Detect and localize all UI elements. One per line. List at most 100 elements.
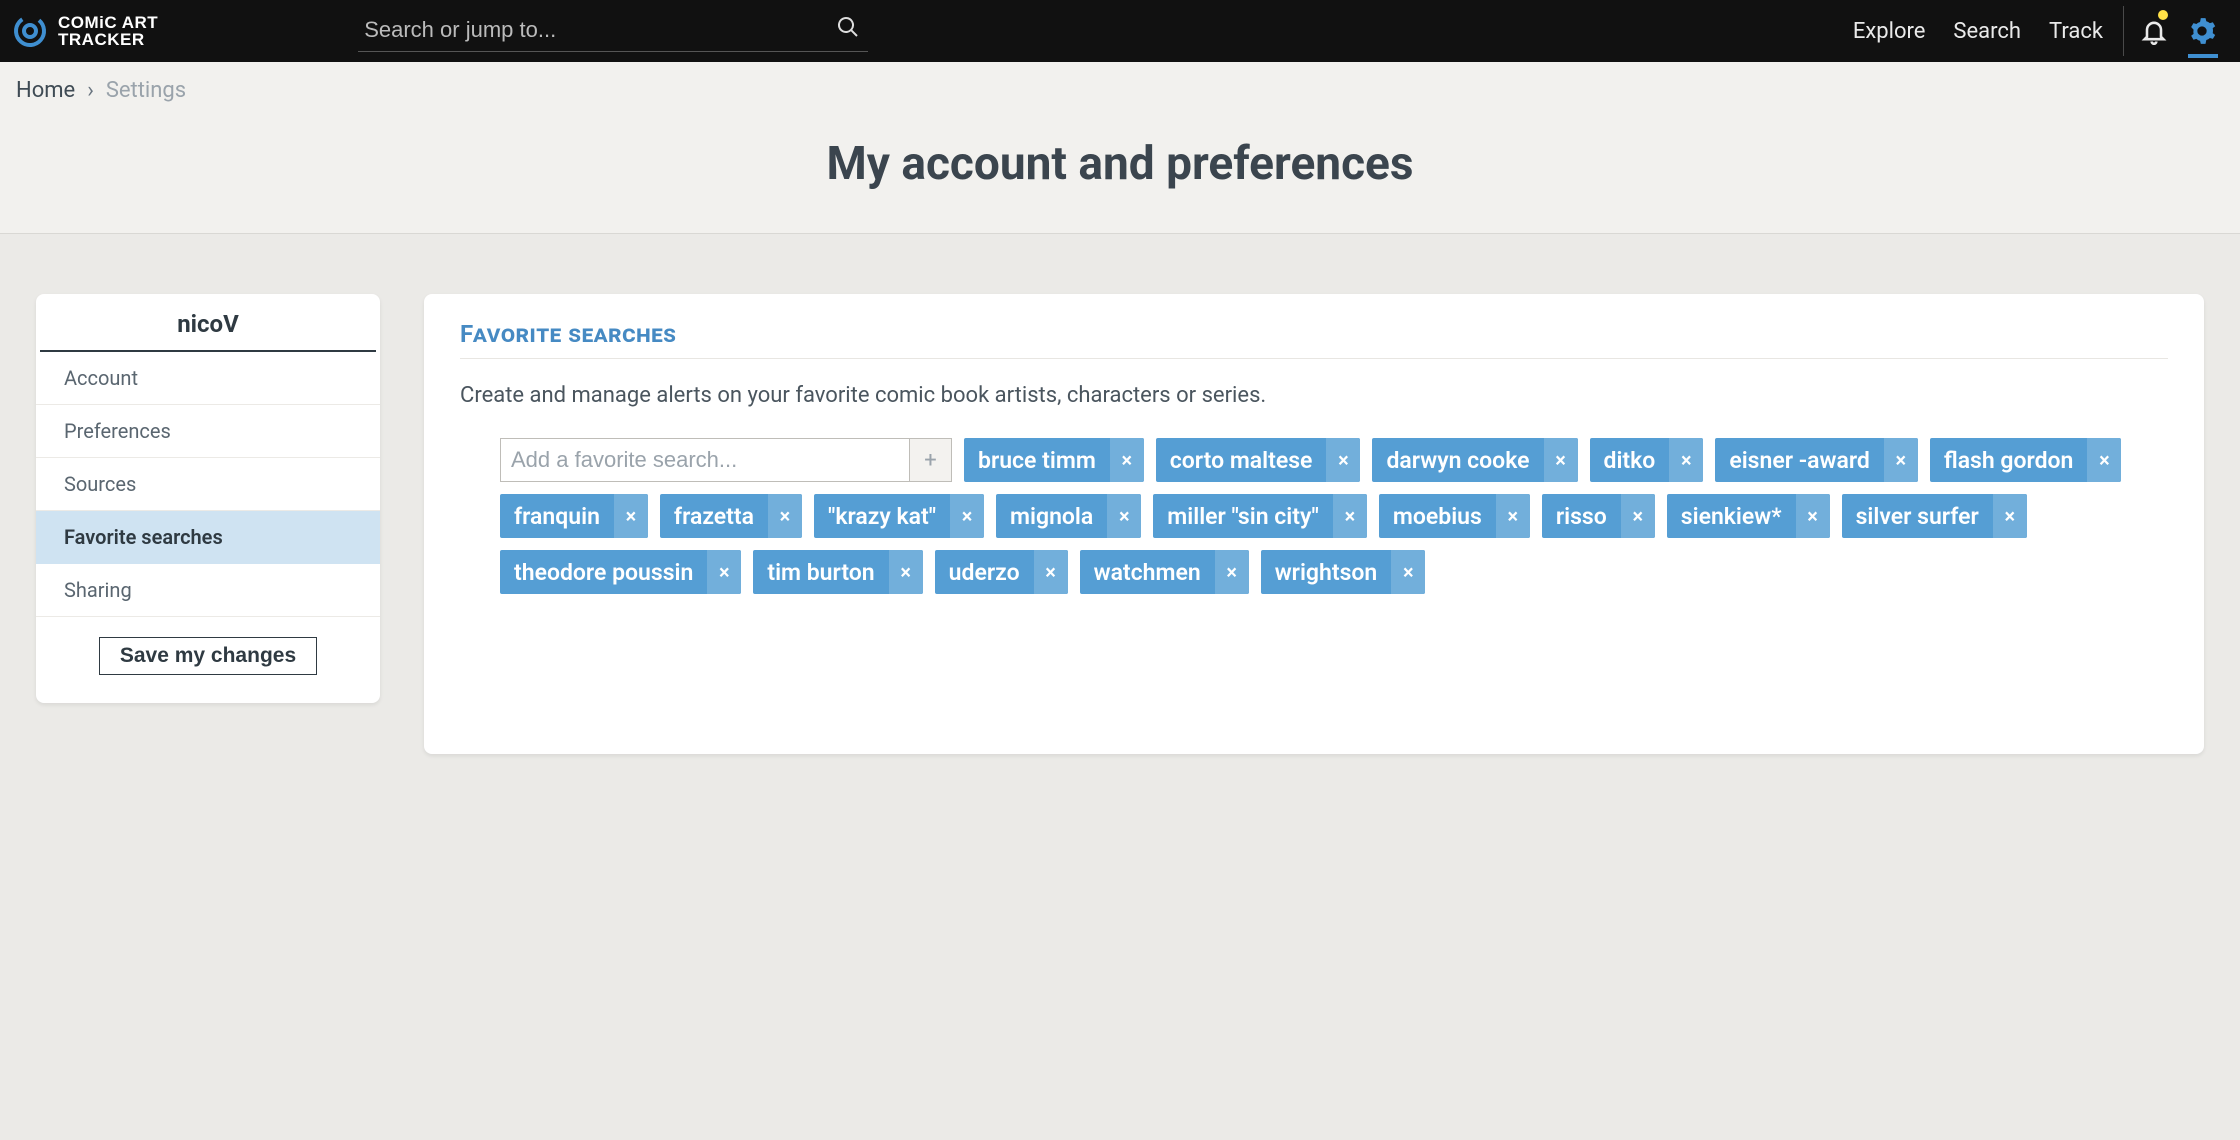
tag-remove-button[interactable]: ×	[768, 494, 802, 538]
tag-remove-button[interactable]: ×	[1993, 494, 2027, 538]
content: nicoV AccountPreferencesSourcesFavorite …	[0, 234, 2240, 794]
breadcrumb: Home › Settings	[16, 62, 2224, 113]
tag-remove-button[interactable]: ×	[1326, 438, 1360, 482]
tag-label: corto maltese	[1156, 438, 1327, 482]
tag-remove-button[interactable]: ×	[1544, 438, 1578, 482]
tag-remove-button[interactable]: ×	[707, 550, 741, 594]
brand-text: COMiC ART TRACKER	[58, 14, 158, 48]
tag: darwyn cooke×	[1372, 438, 1577, 482]
tag: tim burton×	[753, 550, 922, 594]
tag-label: flash gordon	[1930, 438, 2088, 482]
brand-logo-icon	[12, 13, 48, 49]
tag-remove-button[interactable]: ×	[1107, 494, 1141, 538]
sidebar-item-favorite-searches[interactable]: Favorite searches	[36, 511, 380, 564]
tag: uderzo×	[935, 550, 1068, 594]
tag: moebius×	[1379, 494, 1530, 538]
primary-nav: Explore Search Track	[1839, 0, 2226, 62]
global-search	[358, 11, 868, 52]
tag-label: miller "sin city"	[1153, 494, 1333, 538]
tag-remove-button[interactable]: ×	[1621, 494, 1655, 538]
sidebar-item-sources[interactable]: Sources	[36, 458, 380, 511]
tag-label: uderzo	[935, 550, 1034, 594]
tag: risso×	[1542, 494, 1655, 538]
add-search-wrap: +	[500, 438, 952, 482]
tag-remove-button[interactable]: ×	[2087, 438, 2121, 482]
nav-search[interactable]: Search	[1939, 0, 2035, 62]
tag-label: tim burton	[753, 550, 888, 594]
tag: miller "sin city"×	[1153, 494, 1367, 538]
add-search-input[interactable]	[501, 439, 909, 481]
tag: sienkiew*×	[1667, 494, 1830, 538]
tag-label: darwyn cooke	[1372, 438, 1543, 482]
add-search-button[interactable]: +	[909, 439, 951, 481]
tag: "krazy kat"×	[814, 494, 984, 538]
tag-label: frazetta	[660, 494, 768, 538]
tag-remove-button[interactable]: ×	[1496, 494, 1530, 538]
nav-divider	[2123, 6, 2124, 56]
tag-label: ditko	[1590, 438, 1670, 482]
save-button[interactable]: Save my changes	[99, 637, 317, 675]
tag-remove-button[interactable]: ×	[1884, 438, 1918, 482]
sidebar-item-sharing[interactable]: Sharing	[36, 564, 380, 617]
search-input[interactable]	[358, 11, 868, 52]
tag: corto maltese×	[1156, 438, 1361, 482]
tag-label: theodore poussin	[500, 550, 707, 594]
tag-label: franquin	[500, 494, 614, 538]
settings-sidebar: nicoV AccountPreferencesSourcesFavorite …	[36, 294, 380, 703]
gear-icon	[2188, 17, 2216, 45]
settings-active-indicator	[2188, 54, 2218, 58]
tag-label: mignola	[996, 494, 1107, 538]
tag: eisner -award×	[1715, 438, 1918, 482]
tag-remove-button[interactable]: ×	[1034, 550, 1068, 594]
tag-remove-button[interactable]: ×	[950, 494, 984, 538]
tag: bruce timm×	[964, 438, 1144, 482]
tag-label: wrightson	[1261, 550, 1392, 594]
section-desc: Create and manage alerts on your favorit…	[460, 383, 2168, 408]
topbar: COMiC ART TRACKER Explore Search Track	[0, 0, 2240, 62]
breadcrumb-current: Settings	[106, 78, 186, 103]
tag: franquin×	[500, 494, 648, 538]
brand[interactable]: COMiC ART TRACKER	[12, 13, 158, 49]
tag: watchmen×	[1080, 550, 1249, 594]
tag-label: silver surfer	[1842, 494, 1993, 538]
page-title: My account and preferences	[16, 137, 2224, 191]
tag-remove-button[interactable]: ×	[1391, 550, 1425, 594]
sidebar-username: nicoV	[40, 294, 376, 352]
notification-dot	[2158, 10, 2168, 20]
tag-label: risso	[1542, 494, 1621, 538]
tag: silver surfer×	[1842, 494, 2027, 538]
tag: flash gordon×	[1930, 438, 2122, 482]
tag-area: + bruce timm×corto maltese×darwyn cooke×…	[460, 438, 2168, 594]
breadcrumb-sep: ›	[87, 78, 94, 103]
sidebar-list: AccountPreferencesSourcesFavorite search…	[36, 352, 380, 617]
bell-icon	[2140, 17, 2168, 45]
tag-remove-button[interactable]: ×	[614, 494, 648, 538]
notifications-button[interactable]	[2130, 0, 2178, 62]
tag-label: sienkiew*	[1667, 494, 1796, 538]
tag-remove-button[interactable]: ×	[1333, 494, 1367, 538]
tag-remove-button[interactable]: ×	[1215, 550, 1249, 594]
breadcrumb-home[interactable]: Home	[16, 78, 75, 103]
tag-label: bruce timm	[964, 438, 1110, 482]
header-band: Home › Settings My account and preferenc…	[0, 62, 2240, 234]
tag-remove-button[interactable]: ×	[889, 550, 923, 594]
tag-label: eisner -award	[1715, 438, 1884, 482]
tag: theodore poussin×	[500, 550, 741, 594]
tag-label: watchmen	[1080, 550, 1215, 594]
nav-explore[interactable]: Explore	[1839, 0, 1940, 62]
tag: frazetta×	[660, 494, 802, 538]
tag-label: "krazy kat"	[814, 494, 950, 538]
nav-track[interactable]: Track	[2035, 0, 2117, 62]
sidebar-item-preferences[interactable]: Preferences	[36, 405, 380, 458]
section-title: Favorite searches	[460, 320, 2168, 359]
sidebar-item-account[interactable]: Account	[36, 352, 380, 405]
tag: wrightson×	[1261, 550, 1426, 594]
tag-remove-button[interactable]: ×	[1796, 494, 1830, 538]
tag-remove-button[interactable]: ×	[1110, 438, 1144, 482]
settings-button[interactable]	[2178, 0, 2226, 62]
main-panel: Favorite searches Create and manage aler…	[424, 294, 2204, 754]
tag-remove-button[interactable]: ×	[1669, 438, 1703, 482]
tag: ditko×	[1590, 438, 1704, 482]
search-icon[interactable]	[836, 15, 860, 39]
tag: mignola×	[996, 494, 1141, 538]
